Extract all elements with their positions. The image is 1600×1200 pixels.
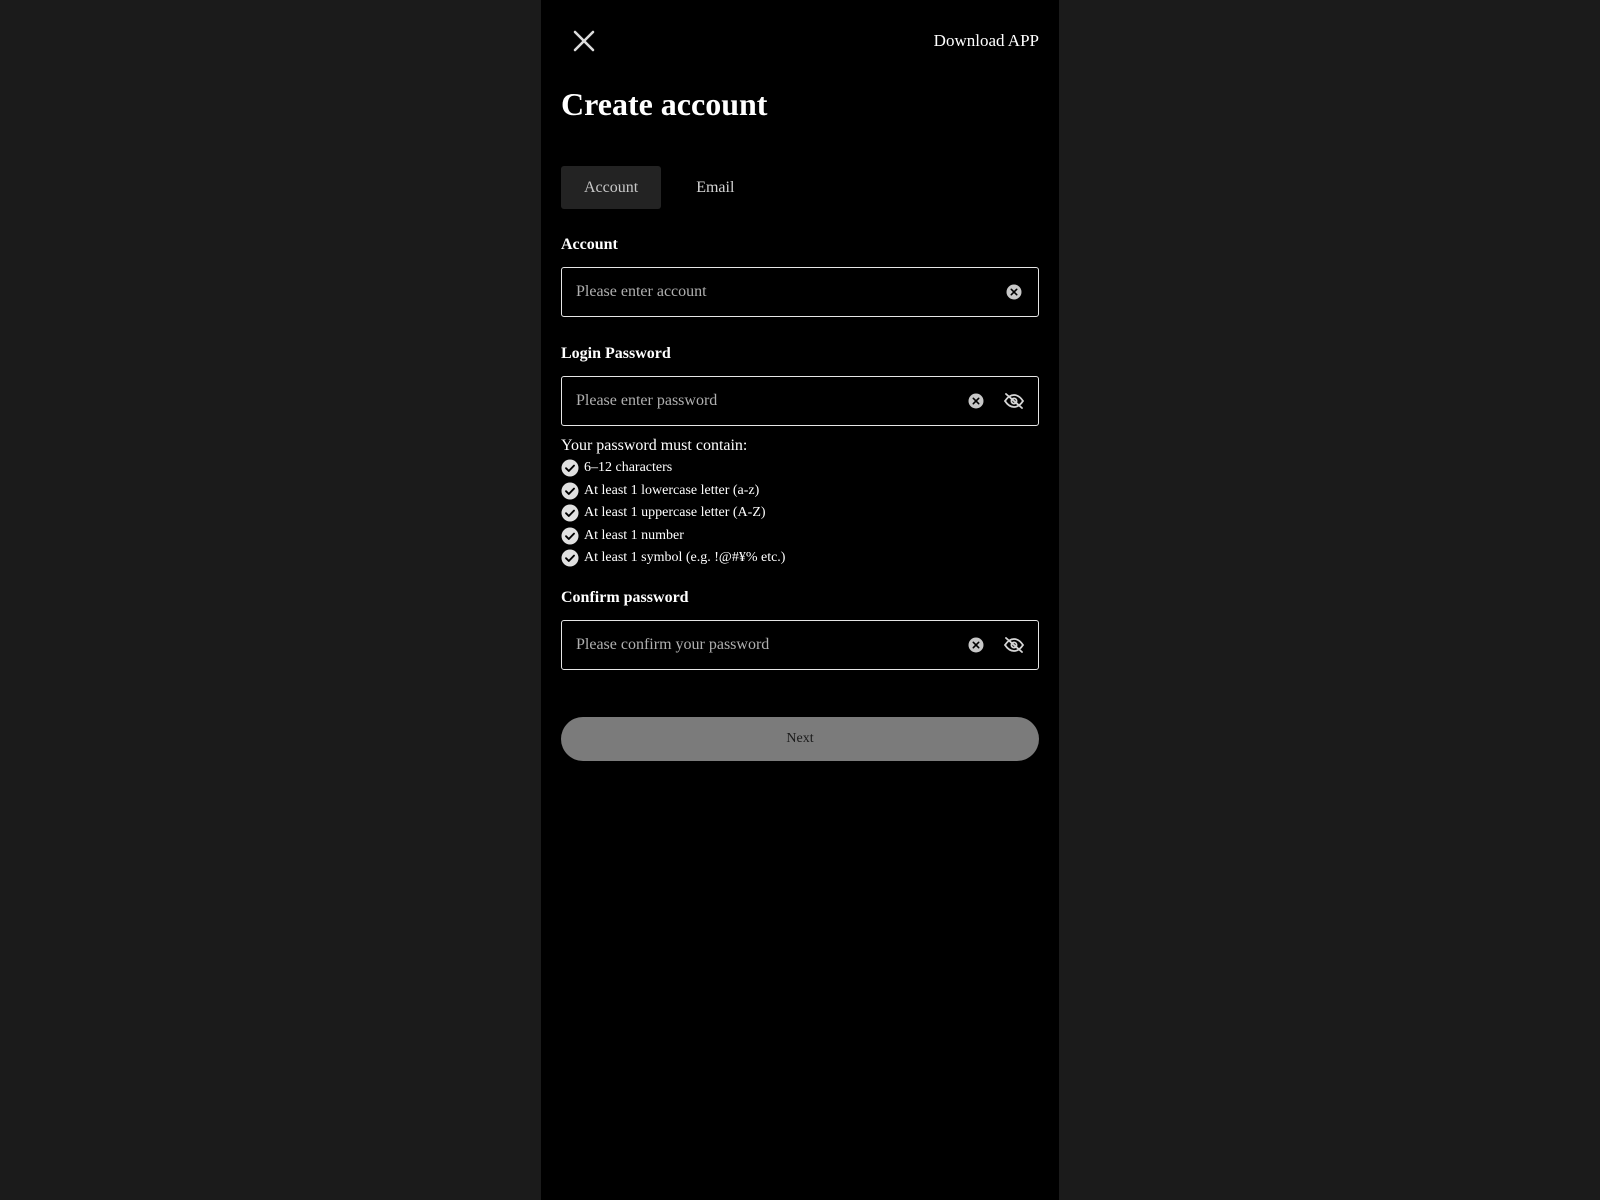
password-rules-title: Your password must contain: xyxy=(561,437,748,454)
rule-text: 6–12 characters xyxy=(584,460,673,476)
rule-text: At least 1 number xyxy=(584,527,684,543)
clear-icon xyxy=(968,393,984,409)
confirm-password-input-box xyxy=(561,620,1039,670)
clear-icon xyxy=(1006,284,1022,300)
account-input[interactable] xyxy=(562,268,1000,316)
confirm-visibility-toggle[interactable] xyxy=(1000,631,1028,659)
account-input-box xyxy=(561,267,1039,317)
password-label: Login Password xyxy=(561,345,671,362)
confirm-password-input[interactable] xyxy=(562,621,962,669)
check-circle-icon xyxy=(561,459,579,477)
password-rules: Your password must contain: 6–12 charact… xyxy=(561,437,785,570)
account-label: Account xyxy=(561,236,618,253)
check-circle-icon xyxy=(561,527,579,545)
password-input-box xyxy=(561,376,1039,426)
next-button[interactable]: Next xyxy=(561,717,1039,761)
check-circle-icon xyxy=(561,504,579,522)
download-app-link[interactable]: Download APP xyxy=(934,31,1039,51)
rule-text: At least 1 symbol (e.g. !@#¥% etc.) xyxy=(584,550,786,566)
tab-account[interactable]: Account xyxy=(561,166,662,209)
check-circle-icon xyxy=(561,482,579,500)
signup-tabs: Account Email xyxy=(561,166,757,209)
close-icon xyxy=(573,30,595,52)
rule-item: At least 1 symbol (e.g. !@#¥% etc.) xyxy=(561,547,785,570)
eye-off-icon xyxy=(1003,637,1025,653)
password-input[interactable] xyxy=(562,377,962,425)
rule-item: At least 1 uppercase letter (A-Z) xyxy=(561,502,785,525)
rule-item: 6–12 characters xyxy=(561,457,785,480)
page-title: Create account xyxy=(561,86,768,122)
password-clear-button[interactable] xyxy=(962,387,990,415)
password-visibility-toggle[interactable] xyxy=(1000,387,1028,415)
rule-text: At least 1 lowercase letter (a-z) xyxy=(584,482,760,498)
account-clear-button[interactable] xyxy=(1000,278,1028,306)
check-circle-icon xyxy=(561,549,579,567)
signup-panel: Download APP Create account Account Emai… xyxy=(541,0,1059,1200)
close-button[interactable] xyxy=(571,28,597,54)
rule-text: At least 1 uppercase letter (A-Z) xyxy=(584,505,766,521)
rule-item: At least 1 lowercase letter (a-z) xyxy=(561,480,785,503)
clear-icon xyxy=(968,637,984,653)
rule-item: At least 1 number xyxy=(561,525,785,548)
confirm-password-label: Confirm password xyxy=(561,589,689,606)
tab-email[interactable]: Email xyxy=(673,166,757,209)
eye-off-icon xyxy=(1003,393,1025,409)
confirm-clear-button[interactable] xyxy=(962,631,990,659)
